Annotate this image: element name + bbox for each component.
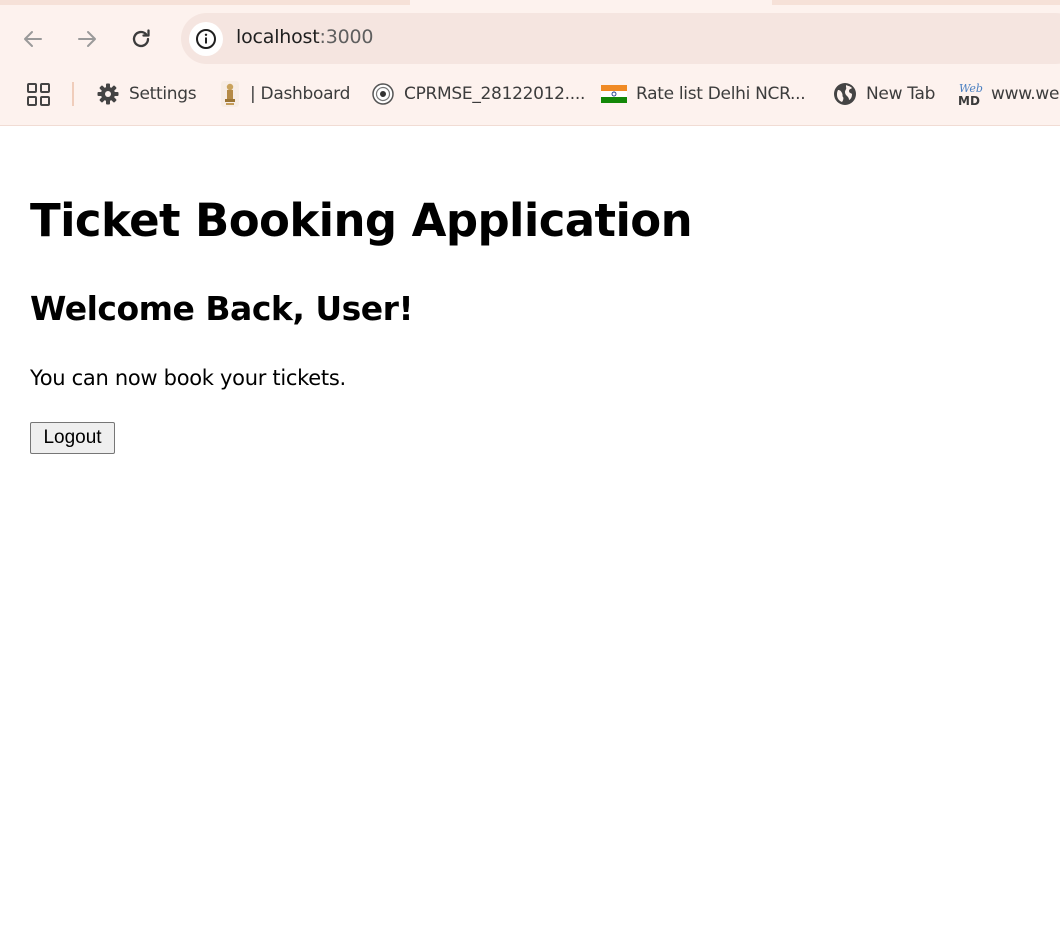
address-bar[interactable]: localhost:3000 [181, 13, 1060, 64]
bookmark-webmd[interactable]: Web MD www.web [957, 76, 1060, 112]
page-title: Ticket Booking Application [30, 194, 693, 247]
apps-grid-icon [27, 83, 50, 106]
bookmarks-bar: Settings | Dashboard CPRMSE_28122012....… [0, 76, 1060, 112]
bookmark-label: www.web [991, 84, 1060, 104]
info-icon [196, 29, 216, 49]
logout-button[interactable]: Logout [30, 422, 115, 454]
india-flag-icon [601, 82, 627, 106]
bookmark-rate-list[interactable]: Rate list Delhi NCR... [601, 76, 806, 112]
url-port: :3000 [319, 26, 374, 48]
forward-button[interactable] [72, 24, 102, 54]
browser-chrome: localhost:3000 Settings | Dashboard CPRM… [0, 0, 1060, 126]
emblem-icon [218, 81, 242, 107]
gear-icon [96, 82, 120, 106]
seal-icon [371, 82, 395, 106]
reload-button[interactable] [126, 24, 156, 54]
webmd-icon: Web MD [957, 82, 985, 107]
info-message: You can now book your tickets. [30, 366, 346, 390]
active-tab[interactable] [410, 0, 772, 5]
bookmark-settings[interactable]: Settings [96, 76, 197, 112]
back-arrow-icon [24, 31, 42, 47]
url-host: localhost [236, 26, 320, 48]
bookmark-separator [72, 82, 74, 106]
bookmark-label: New Tab [866, 84, 936, 104]
site-info-button[interactable] [189, 22, 223, 56]
bookmark-new-tab[interactable]: New Tab [833, 76, 935, 112]
tab-strip [0, 0, 1060, 5]
bookmark-label: Settings [129, 84, 197, 104]
reload-icon [132, 29, 150, 48]
welcome-heading: Welcome Back, User! [30, 289, 414, 328]
bookmark-cprmse[interactable]: CPRMSE_28122012.... [371, 76, 585, 112]
bookmark-label: CPRMSE_28122012.... [404, 84, 586, 104]
bookmark-dashboard[interactable]: | Dashboard [218, 76, 350, 112]
globe-icon [833, 82, 857, 106]
webmd-icon-text-bottom: MD [958, 94, 980, 107]
bookmark-label: | Dashboard [250, 84, 351, 104]
bookmark-label: Rate list Delhi NCR... [636, 84, 806, 104]
forward-arrow-icon [78, 31, 96, 47]
url-text[interactable]: localhost:3000 [236, 26, 373, 48]
back-button[interactable] [18, 24, 48, 54]
apps-button[interactable] [26, 82, 52, 108]
